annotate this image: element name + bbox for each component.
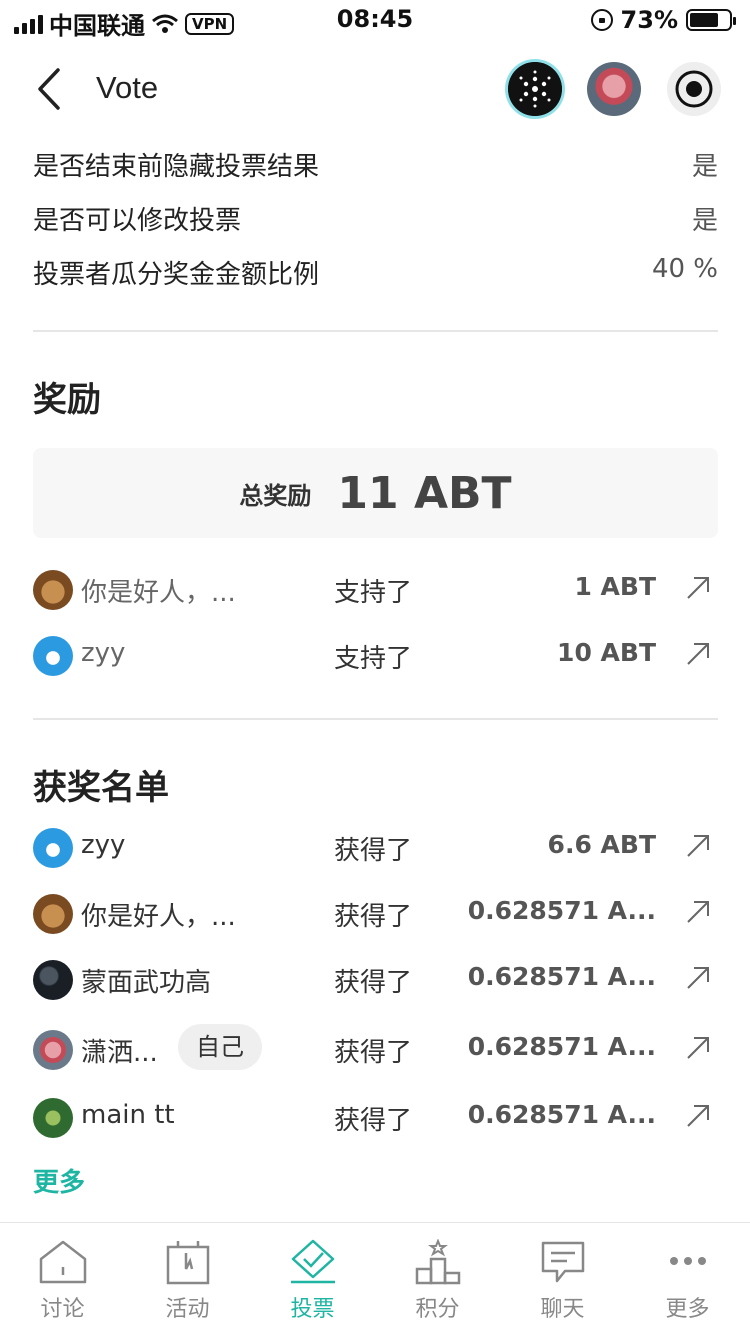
rewards-title: 奖励	[33, 380, 101, 420]
setting-label: 投票者瓜分奖金金额比例	[33, 260, 320, 290]
tab-label: 投票	[290, 1297, 335, 1322]
winner-row[interactable]: 潇洒... 自己 获得了 0.628571 A...	[33, 1024, 718, 1076]
total-reward-value: 11 ABT	[337, 467, 512, 519]
external-link-arrow-icon[interactable]	[684, 574, 712, 602]
podium-icon	[415, 1239, 460, 1285]
self-avatar	[33, 1030, 73, 1070]
bear-avatar	[33, 570, 73, 610]
setting-value: 是	[691, 152, 718, 182]
tab-discussion[interactable]: 讨论	[0, 1239, 125, 1329]
setting-row-hide-results: 是否结束前隐藏投票结果 是	[33, 146, 718, 186]
tab-points[interactable]: 积分	[375, 1239, 500, 1329]
winner-amount: 6.6 ABT	[547, 830, 656, 859]
supporter-amount: 1 ABT	[574, 572, 656, 601]
battery-level	[690, 13, 718, 27]
supporter-row[interactable]: zyy 支持了 10 ABT	[33, 632, 718, 682]
more-dots-icon	[669, 1257, 706, 1265]
dapp-logo-icon[interactable]	[508, 62, 562, 116]
nav-header: Vote	[0, 50, 750, 130]
external-link-arrow-icon[interactable]	[684, 964, 712, 992]
doraemon-avatar	[33, 636, 73, 676]
external-link-arrow-icon[interactable]	[684, 898, 712, 926]
setting-value: 40 %	[651, 254, 718, 284]
setting-row-reward-ratio: 投票者瓜分奖金金额比例 40 %	[33, 254, 718, 294]
setting-label: 是否可以修改投票	[33, 206, 242, 236]
setting-row-modify-vote: 是否可以修改投票 是	[33, 200, 718, 240]
tab-label: 讨论	[40, 1297, 85, 1322]
tab-label: 活动	[165, 1297, 210, 1322]
doraemon-avatar	[33, 828, 73, 868]
external-link-arrow-icon[interactable]	[684, 640, 712, 668]
status-bar: 中国联通 VPN 08:45 73%	[0, 0, 750, 40]
setting-label: 是否结束前隐藏投票结果	[33, 152, 320, 182]
dark-avatar	[33, 960, 73, 1000]
chat-icon	[541, 1241, 584, 1283]
winner-name: main tt	[81, 1100, 175, 1130]
supporter-action: 支持了	[334, 578, 413, 608]
divider	[33, 718, 718, 720]
ballot-box-icon	[290, 1239, 335, 1284]
tree-avatar	[33, 1098, 73, 1138]
external-link-arrow-icon[interactable]	[684, 1034, 712, 1062]
winner-action: 获得了	[334, 1106, 413, 1136]
battery-icon	[686, 9, 736, 31]
page-title: Vote	[96, 70, 159, 105]
home-icon	[39, 1240, 86, 1284]
supporter-action: 支持了	[334, 644, 413, 674]
tab-vote[interactable]: 投票	[250, 1239, 375, 1329]
winner-amount: 0.628571 A...	[467, 896, 656, 925]
more-winners-link[interactable]: 更多	[33, 1162, 85, 1199]
gift-icon	[166, 1241, 209, 1285]
winners-title: 获奖名单	[33, 768, 169, 808]
winner-row[interactable]: 蒙面武功高 获得了 0.628571 A...	[33, 956, 718, 1006]
winner-amount: 0.628571 A...	[467, 1032, 656, 1061]
winner-row[interactable]: 你是好人，... 获得了 0.628571 A...	[33, 890, 718, 940]
winner-row[interactable]: zyy 获得了 6.6 ABT	[33, 824, 718, 874]
winner-name: 潇洒...	[81, 1038, 158, 1068]
bear-avatar	[33, 894, 73, 934]
tab-chat[interactable]: 聊天	[500, 1239, 625, 1329]
setting-value: 是	[691, 206, 718, 236]
supporter-name: 你是好人，...	[81, 578, 236, 608]
supporter-name: zyy	[81, 638, 126, 668]
back-arrow-icon[interactable]	[30, 64, 70, 114]
winner-amount: 0.628571 A...	[467, 1100, 656, 1129]
status-right: 73%	[590, 6, 736, 34]
external-link-arrow-icon[interactable]	[684, 1102, 712, 1130]
winner-action: 获得了	[334, 1038, 413, 1068]
winner-action: 获得了	[334, 902, 413, 932]
external-link-arrow-icon[interactable]	[684, 832, 712, 860]
supporter-row[interactable]: 你是好人，... 支持了 1 ABT	[33, 566, 718, 616]
tab-label: 积分	[415, 1297, 460, 1322]
winner-row[interactable]: main tt 获得了 0.628571 A...	[33, 1094, 718, 1144]
tab-label: 更多	[665, 1297, 710, 1322]
winner-name: 蒙面武功高	[81, 968, 212, 998]
self-badge: 自己	[178, 1024, 262, 1070]
winner-name: 你是好人，...	[81, 902, 236, 932]
total-reward-label: 总奖励	[239, 481, 312, 510]
orientation-lock-icon	[590, 9, 613, 31]
divider	[33, 330, 718, 332]
total-reward-box: 总奖励 11 ABT	[33, 448, 718, 538]
winner-action: 获得了	[334, 836, 413, 866]
winner-amount: 0.628571 A...	[467, 962, 656, 991]
battery-percent: 73%	[620, 6, 678, 34]
winner-action: 获得了	[334, 968, 413, 998]
tab-label: 聊天	[540, 1297, 585, 1322]
tab-activity[interactable]: 活动	[125, 1239, 250, 1329]
winner-name: zyy	[81, 830, 126, 860]
supporter-amount: 10 ABT	[557, 638, 656, 667]
user-avatar[interactable]	[587, 62, 641, 116]
tab-more[interactable]: 更多	[625, 1239, 750, 1329]
bottom-tab-bar: 讨论 活动 投票 积分 聊天 更多	[0, 1222, 750, 1334]
record-target-icon[interactable]	[667, 62, 721, 116]
